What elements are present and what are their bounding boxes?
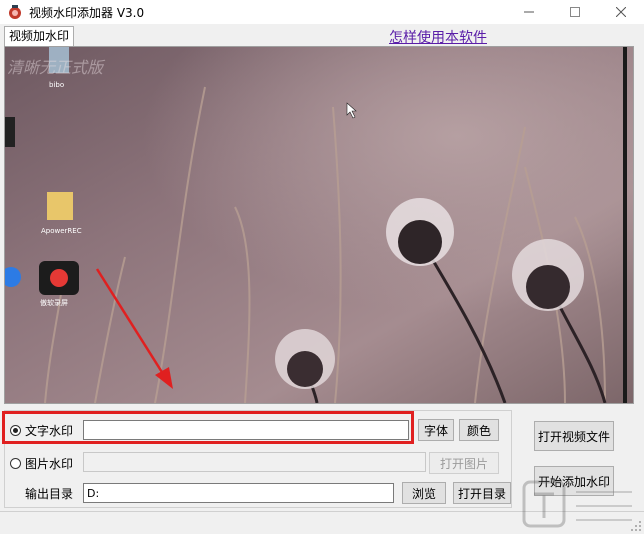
image-watermark-label: 图片水印: [25, 457, 74, 471]
minimize-icon: [524, 11, 534, 13]
flower-3: [275, 329, 335, 389]
tab-video-watermark[interactable]: 视频加水印: [4, 26, 75, 46]
output-dir-label: 输出目录: [25, 487, 74, 501]
minimize-button[interactable]: [506, 0, 552, 24]
text-watermark-radio[interactable]: 文字水印: [10, 422, 73, 439]
folder-icon: [47, 192, 73, 220]
image-watermark-input[interactable]: [83, 452, 426, 472]
color-button[interactable]: 颜色: [459, 419, 499, 441]
text-watermark-input[interactable]: [83, 420, 409, 440]
title-bar: 视频水印添加器 V3.0: [0, 0, 644, 25]
flower-2: [512, 239, 584, 311]
desktop-label-bibo: bibo: [49, 81, 64, 89]
overlay-text: 清晰无正式版: [7, 58, 106, 77]
app-icon: [9, 5, 21, 19]
preview-frame: ApowerREC 傲软录屏 bibo 清晰无正式版: [5, 47, 633, 403]
open-video-file-button[interactable]: 打开视频文件: [534, 421, 614, 451]
browse-button[interactable]: 浏览: [402, 482, 446, 504]
window-title: 视频水印添加器 V3.0: [29, 6, 145, 20]
tab-strip: 视频加水印 怎样使用本软件: [0, 24, 644, 46]
output-dir-input[interactable]: [83, 483, 394, 503]
preview-right-edge: [623, 47, 627, 403]
open-directory-button[interactable]: 打开目录: [453, 482, 511, 504]
radio-selected-icon: [10, 425, 21, 436]
open-image-button[interactable]: 打开图片: [429, 452, 499, 474]
close-icon: [616, 7, 626, 17]
site-watermark-logo: [522, 480, 632, 528]
font-button[interactable]: 字体: [418, 419, 454, 441]
maximize-button[interactable]: [552, 0, 598, 24]
flower-1: [386, 198, 454, 266]
desktop-label-recorder: 傲软录屏: [40, 298, 68, 307]
video-preview: ApowerREC 傲软录屏 bibo 清晰无正式版: [4, 46, 634, 404]
text-watermark-label: 文字水印: [25, 424, 74, 438]
desktop-label-apowerrec: ApowerREC: [41, 227, 82, 235]
help-link[interactable]: 怎样使用本软件: [389, 27, 487, 47]
maximize-icon: [570, 7, 580, 17]
image-watermark-radio[interactable]: 图片水印: [10, 455, 73, 472]
close-button[interactable]: [598, 0, 644, 24]
radio-unselected-icon: [10, 458, 21, 469]
